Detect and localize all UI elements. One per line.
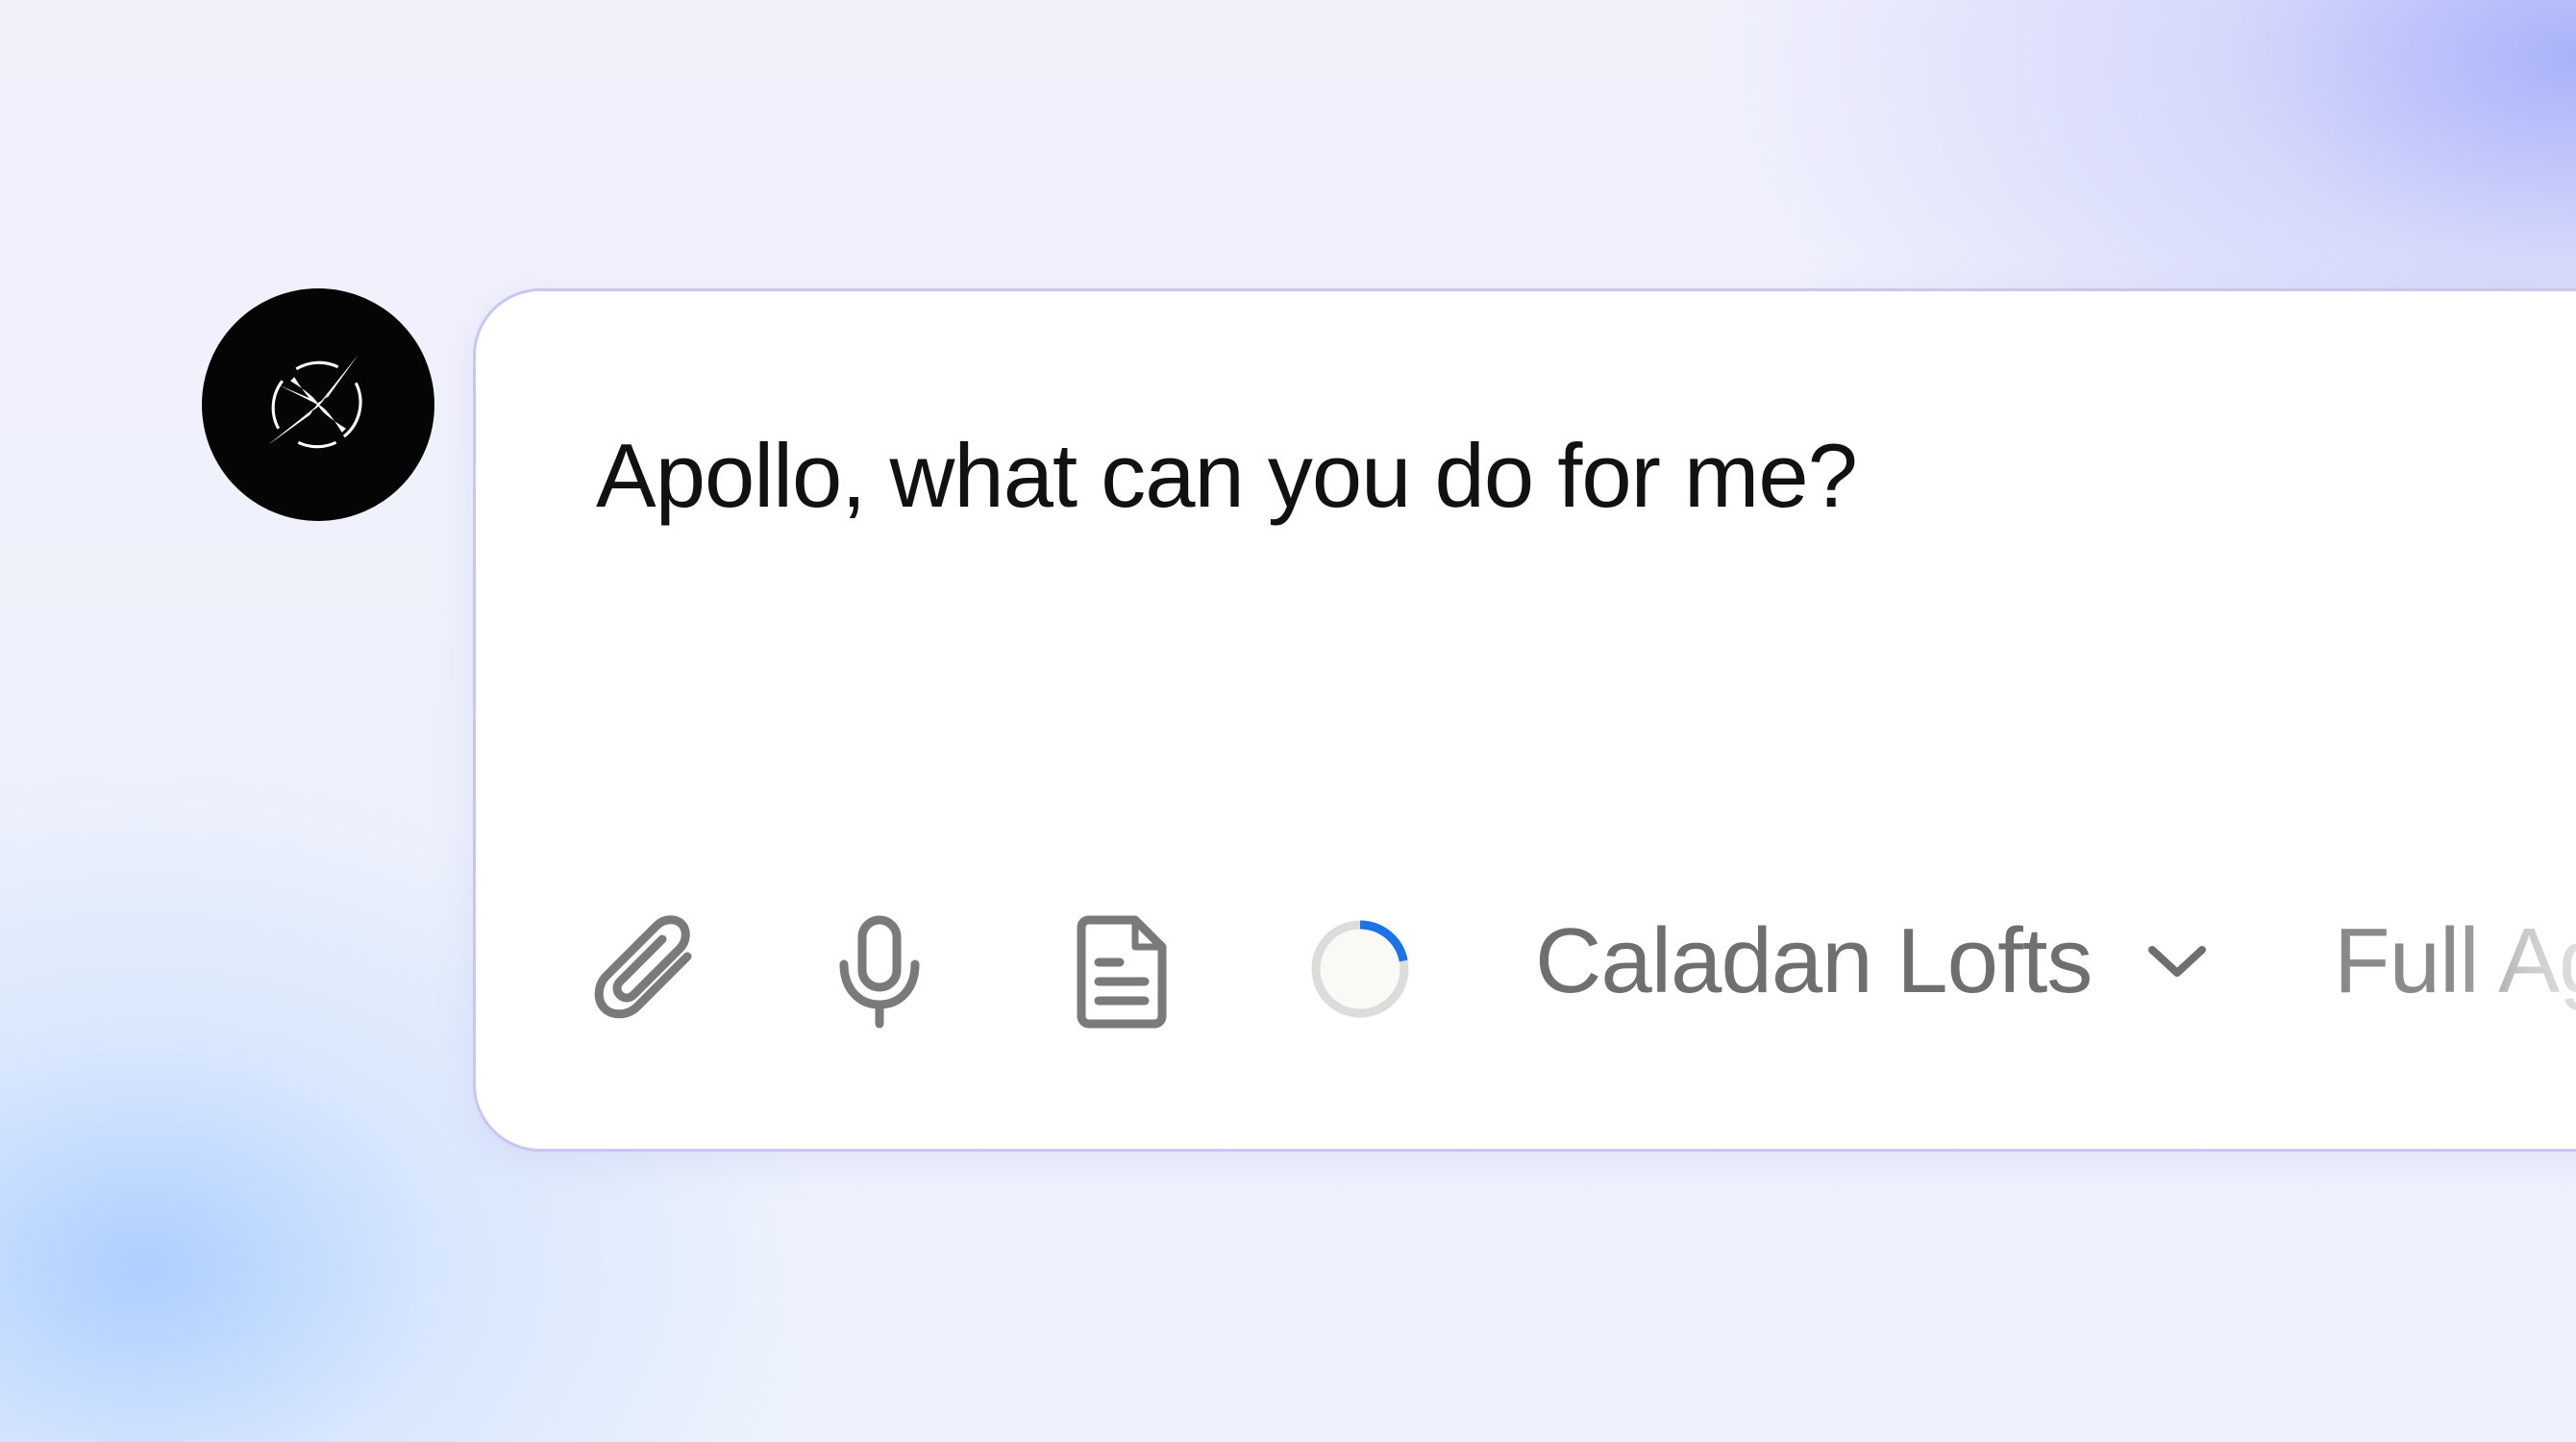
chat-composer[interactable]: Apollo, what can you do for me? Caladan …	[473, 288, 2576, 1152]
workspace-label: Caladan Lofts	[1535, 909, 2093, 1012]
document-icon	[1077, 915, 1167, 1028]
paperclip-icon	[594, 914, 691, 1018]
voice-input-button[interactable]	[831, 911, 928, 1032]
workspace-selector[interactable]: Caladan Lofts	[1535, 908, 2207, 1014]
context-usage-indicator[interactable]	[1307, 916, 1413, 1022]
chevron-down-icon	[2147, 942, 2207, 981]
sparkle-logo-icon	[268, 355, 362, 449]
assistant-avatar	[202, 288, 434, 521]
progress-ring-icon	[1311, 920, 1409, 1018]
document-button[interactable]	[1074, 911, 1170, 1032]
prompt-text[interactable]: Apollo, what can you do for me?	[596, 424, 1858, 528]
agent-mode-selector[interactable]: Full Ag	[2334, 908, 2576, 1014]
microphone-icon	[839, 915, 920, 1028]
attach-button[interactable]	[586, 911, 706, 1032]
